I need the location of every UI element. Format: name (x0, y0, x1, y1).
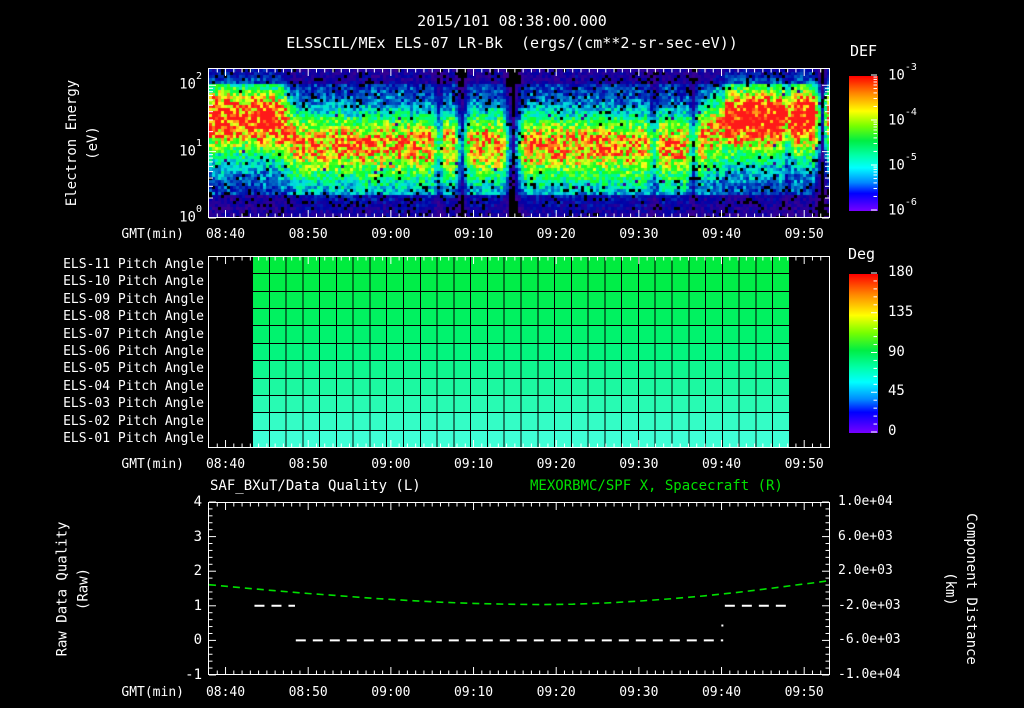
time-tick-label-top: 09:40 (701, 227, 742, 242)
time-tick-label-middle: 09:00 (371, 457, 411, 472)
time-tick-label-top: 08:40 (205, 227, 246, 242)
data-quality-panel (208, 502, 830, 675)
time-tick-label-bottom: 09:00 (371, 685, 411, 700)
gmt-axis-label-top: GMT(min) (121, 227, 184, 242)
quality-label-line2: (Raw) (75, 567, 92, 611)
bottom-right-y-axis-label: Component Distance (km) (895, 500, 1024, 678)
pitch-row-label: ELS-05 Pitch Angle (63, 361, 204, 377)
units-label: (ergs/(cm**2-sr-sec-eV)) (521, 34, 738, 52)
deg-colorbar-title: Deg (848, 245, 876, 263)
time-tick-label-middle: 08:50 (288, 457, 328, 472)
quality-tick-label: 4 (193, 494, 202, 510)
deg-tick-label: 180 (888, 264, 914, 280)
time-tick-label-bottom: 08:50 (288, 685, 328, 700)
def-tick-label: 10-6 (888, 197, 917, 219)
time-tick-label-top: 09:50 (784, 227, 824, 242)
distance-tick-label: -2.0e+03 (838, 597, 901, 613)
pitch-row-label: ELS-09 Pitch Angle (63, 291, 204, 307)
y-axis-label-line1: Electron Energy (64, 79, 80, 206)
deg-colorbar (848, 273, 879, 434)
pitch-row-label: ELS-01 Pitch Angle (63, 431, 204, 447)
distance-label-line1: Component Distance (963, 513, 979, 665)
time-tick-label-bottom: 09:10 (453, 685, 494, 700)
quality-tick-label: 2 (193, 563, 202, 580)
time-tick-label-middle: 09:30 (619, 457, 659, 472)
time-tick-label-bottom: 08:40 (205, 685, 246, 700)
pitch-row-els-10 (253, 274, 790, 292)
pitch-row-els-01 (253, 430, 790, 447)
pitch-row-els-04 (253, 378, 790, 396)
bottom-left-y-axis-label: Raw Data Quality (Raw) (8, 505, 138, 673)
time-tick-label-middle: 09:20 (536, 457, 576, 472)
pitch-row-els-07 (253, 326, 790, 344)
science-plot-page: 2015/101 08:38:00.000 ELSSCIL/MEx ELS-07… (0, 0, 1024, 708)
pitch-row-els-08 (253, 309, 790, 327)
time-tick-label-bottom: 09:30 (619, 685, 659, 700)
def-tick-label: 10-5 (888, 152, 917, 174)
pitch-angle-grid (253, 257, 790, 447)
def-colorbar-title: DEF (850, 42, 878, 60)
time-tick-label-bottom: 09:40 (701, 685, 742, 700)
distance-tick-label: 1.0e+04 (838, 494, 893, 509)
distance-tick-label: 6.0e+03 (838, 528, 893, 544)
time-tick-label-top: 09:00 (371, 227, 411, 242)
pitch-row-label: ELS-11 Pitch Angle (63, 256, 204, 272)
pitch-row-els-06 (253, 343, 790, 362)
pitch-row-els-05 (253, 361, 790, 379)
gmt-axis-label-middle: GMT(min) (121, 457, 184, 472)
time-tick-label-middle: 09:50 (784, 457, 824, 472)
time-tick-label-top: 08:50 (288, 227, 328, 242)
quality-tick-label: -1 (185, 667, 202, 683)
time-tick-label-middle: 08:40 (205, 457, 246, 472)
def-colorbar (848, 75, 879, 212)
bottom-left-series-title: SAF_BXuT/Data Quality (L) (210, 478, 421, 494)
time-tick-label-bottom: 09:50 (784, 685, 824, 700)
instrument-title: ELSSCIL/MEx ELS-07 LR-Bk (286, 34, 503, 52)
pitch-row-els-03 (253, 395, 790, 414)
pitch-row-label: ELS-07 Pitch Angle (63, 326, 204, 342)
pitch-row-label: ELS-02 Pitch Angle (63, 413, 204, 429)
pitch-row-els-02 (253, 413, 790, 431)
quality-tick-label: 3 (193, 528, 202, 545)
time-tick-label-bottom: 09:20 (536, 685, 576, 700)
quality-label-line1: Raw Data Quality (54, 521, 71, 657)
distance-label-line2: (km) (942, 572, 958, 606)
deg-tick-label: 90 (888, 343, 905, 360)
deg-tick-label: 0 (888, 423, 897, 439)
electron-spectrogram-canvas (209, 69, 829, 217)
quality-tick-label: 0 (193, 632, 202, 649)
energy-tick-label: 100 (179, 204, 202, 226)
energy-tick-label: 101 (179, 137, 202, 160)
def-tick-label: 10-3 (888, 62, 917, 84)
def-tick-label: 10-4 (888, 107, 917, 129)
plot-datetime: 2015/101 08:38:00.000 (417, 12, 607, 30)
time-tick-label-top: 09:30 (619, 227, 659, 242)
pitch-row-els-11 (253, 257, 790, 275)
pitch-row-label: ELS-08 Pitch Angle (63, 309, 204, 325)
energy-tick-label: 102 (179, 71, 202, 93)
pitch-row-label: ELS-06 Pitch Angle (63, 343, 204, 359)
pitch-row-label: ELS-10 Pitch Angle (63, 274, 204, 290)
y-axis-label-line2: (eV) (85, 125, 101, 160)
pitch-row-label: ELS-04 Pitch Angle (63, 378, 204, 394)
bottom-right-series-title: MEXORBMC/SPF X, Spacecraft (R) (530, 478, 783, 494)
pitch-angle-panel (208, 256, 830, 448)
deg-tick-label: 45 (888, 383, 905, 400)
pitch-row-label: ELS-03 Pitch Angle (63, 396, 204, 412)
distance-tick-label: -1.0e+04 (838, 667, 901, 682)
distance-tick-label: 2.0e+03 (838, 563, 893, 579)
time-tick-label-middle: 09:40 (701, 457, 742, 472)
deg-tick-label: 135 (888, 303, 914, 320)
time-tick-label-top: 09:20 (536, 227, 576, 242)
time-tick-label-top: 09:10 (453, 227, 494, 242)
quality-tick-label: 1 (193, 597, 202, 614)
pitch-row-els-09 (253, 291, 790, 310)
time-tick-label-middle: 09:10 (453, 457, 494, 472)
spectrogram-y-axis-label: Electron Energy (eV) (8, 60, 158, 225)
distance-tick-label: -6.0e+03 (838, 632, 901, 648)
gmt-axis-label-bottom: GMT(min) (121, 685, 184, 700)
electron-spectrogram-panel (208, 68, 830, 218)
